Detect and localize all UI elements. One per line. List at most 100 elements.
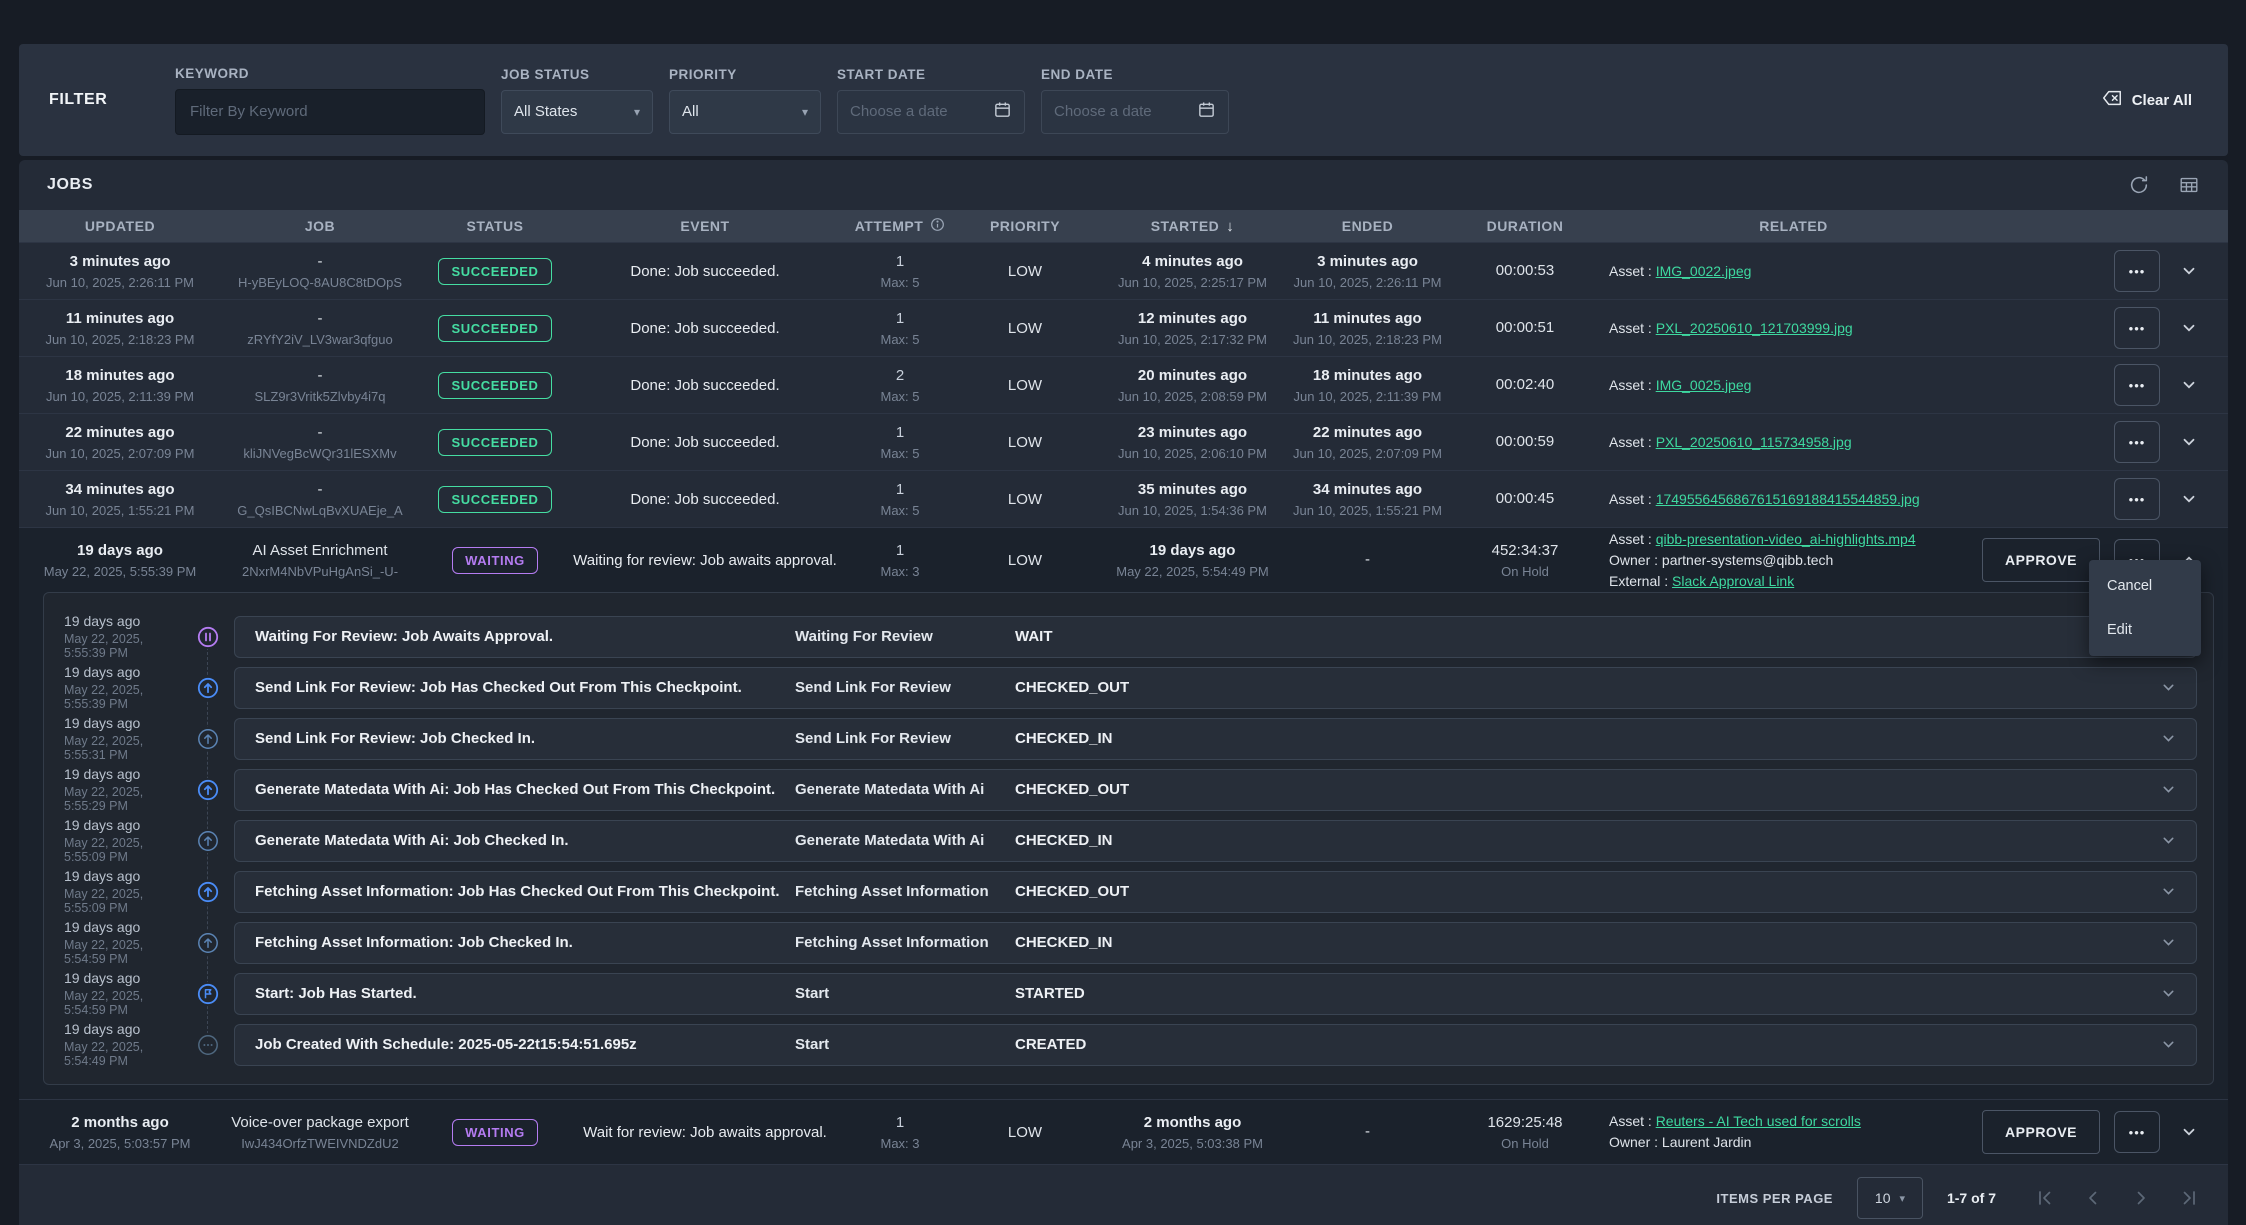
expand-row-button[interactable] bbox=[2174, 1124, 2204, 1140]
related-asset-link[interactable]: IMG_0025.jpeg bbox=[1656, 377, 1752, 393]
attempt-count: 1 bbox=[855, 310, 945, 328]
timeline-event-card[interactable]: Send Link For Review: Job Checked In. Se… bbox=[234, 718, 2197, 760]
first-page-button[interactable] bbox=[2034, 1187, 2056, 1209]
end-date-field: END DATE Choose a date bbox=[1041, 67, 1229, 134]
checkout-circle-icon bbox=[196, 880, 220, 904]
keyword-input[interactable] bbox=[175, 89, 485, 135]
job-name: - bbox=[205, 367, 435, 385]
row-menu-button[interactable]: ••• bbox=[2114, 1111, 2160, 1153]
event-time-relative: 19 days ago bbox=[64, 613, 182, 629]
duration-value: 00:00:59 bbox=[1455, 433, 1595, 451]
related-owner-label: Owner : bbox=[1609, 552, 1658, 568]
ended-absolute: Jun 10, 2025, 2:18:23 PM bbox=[1280, 332, 1455, 347]
chevron-down-icon[interactable] bbox=[2161, 833, 2176, 848]
event-status: STARTED bbox=[1015, 985, 2161, 1002]
status-badge: SUCCEEDED bbox=[438, 486, 551, 513]
timeline-event-card[interactable]: Fetching Asset Information: Job Has Chec… bbox=[234, 871, 2197, 913]
timeline-entry: 19 days agoMay 22, 2025, 5:55:09 PM Fetc… bbox=[44, 866, 2213, 917]
column-header-started[interactable]: STARTED ↓ bbox=[1105, 218, 1280, 235]
ended-relative: 34 minutes ago bbox=[1280, 481, 1455, 499]
event-description: Generate Matedata With Ai: Job Has Check… bbox=[255, 781, 795, 798]
chevron-down-icon[interactable] bbox=[2161, 884, 2176, 899]
updated-absolute: Jun 10, 2025, 2:18:23 PM bbox=[35, 332, 205, 347]
event-time-absolute: May 22, 2025, 5:55:29 PM bbox=[64, 785, 182, 813]
keyword-label: KEYWORD bbox=[175, 66, 485, 81]
expand-row-button[interactable] bbox=[2174, 263, 2204, 279]
updated-relative: 19 days ago bbox=[35, 542, 205, 560]
info-icon[interactable] bbox=[930, 217, 945, 235]
expand-row-button[interactable] bbox=[2174, 320, 2204, 336]
expand-row-button[interactable] bbox=[2174, 491, 2204, 507]
chevron-down-icon: ▾ bbox=[802, 105, 808, 119]
timeline-event-card[interactable]: Generate Matedata With Ai: Job Checked I… bbox=[234, 820, 2197, 862]
row-menu-button[interactable]: ••• bbox=[2114, 364, 2160, 406]
related-external-link[interactable]: Slack Approval Link bbox=[1672, 573, 1794, 589]
event-checkpoint: Fetching Asset Information bbox=[795, 934, 1015, 951]
status-badge: SUCCEEDED bbox=[438, 258, 551, 285]
approve-button[interactable]: APPROVE bbox=[1982, 1110, 2100, 1154]
checkin-circle-icon bbox=[196, 829, 220, 853]
last-page-button[interactable] bbox=[2178, 1187, 2200, 1209]
started-relative: 2 months ago bbox=[1105, 1114, 1280, 1132]
refresh-button[interactable] bbox=[2128, 174, 2150, 196]
ended-absolute: Jun 10, 2025, 2:07:09 PM bbox=[1280, 446, 1455, 461]
event-time-absolute: May 22, 2025, 5:55:39 PM bbox=[64, 632, 182, 660]
row-context-menu: Cancel Edit bbox=[2089, 560, 2201, 656]
chevron-down-icon[interactable] bbox=[2161, 935, 2176, 950]
started-relative: 20 minutes ago bbox=[1105, 367, 1280, 385]
priority-select[interactable]: All ▾ bbox=[669, 90, 821, 134]
chevron-down-icon[interactable] bbox=[2161, 782, 2176, 797]
row-menu-button[interactable]: ••• bbox=[2114, 421, 2160, 463]
timeline-event-card[interactable]: Generate Matedata With Ai: Job Has Check… bbox=[234, 769, 2197, 811]
timeline-event-card[interactable]: Job Created With Schedule: 2025-05-22t15… bbox=[234, 1024, 2197, 1066]
expand-row-button[interactable] bbox=[2174, 377, 2204, 393]
updated-relative: 34 minutes ago bbox=[35, 481, 205, 499]
next-page-button[interactable] bbox=[2130, 1187, 2152, 1209]
priority-label: PRIORITY bbox=[669, 67, 821, 82]
started-absolute: Jun 10, 2025, 2:17:32 PM bbox=[1105, 332, 1280, 347]
timeline-event-card[interactable]: Send Link For Review: Job Has Checked Ou… bbox=[234, 667, 2197, 709]
page-size-select[interactable]: 10 ▾ bbox=[1857, 1177, 1923, 1219]
start-date-input[interactable]: Choose a date bbox=[837, 90, 1025, 134]
related-asset-link[interactable]: 1749556456867615169188415544859.jpg bbox=[1656, 491, 1920, 507]
related-asset-label: Asset : bbox=[1609, 1113, 1652, 1129]
job-name: - bbox=[205, 310, 435, 328]
job-status-select[interactable]: All States ▾ bbox=[501, 90, 653, 134]
chevron-down-icon[interactable] bbox=[2161, 680, 2176, 695]
timeline-event-card[interactable]: Waiting For Review: Job Awaits Approval.… bbox=[234, 616, 2197, 658]
expand-row-button[interactable] bbox=[2174, 434, 2204, 450]
previous-page-button[interactable] bbox=[2082, 1187, 2104, 1209]
event-checkpoint: Send Link For Review bbox=[795, 679, 1015, 696]
started-absolute: Apr 3, 2025, 5:03:38 PM bbox=[1105, 1136, 1280, 1151]
related-asset-link[interactable]: IMG_0022.jpeg bbox=[1656, 263, 1752, 279]
row-menu-button[interactable]: ••• bbox=[2114, 478, 2160, 520]
jobs-console-screen: FILTER KEYWORD JOB STATUS All States ▾ P… bbox=[0, 0, 2246, 1225]
pagination-bar: ITEMS PER PAGE 10 ▾ 1-7 of 7 bbox=[19, 1164, 2228, 1225]
row-menu-button[interactable]: ••• bbox=[2114, 307, 2160, 349]
timeline-event-card[interactable]: Start: Job Has Started. Start STARTED bbox=[234, 973, 2197, 1015]
related-asset-link[interactable]: PXL_20250610_121703999.jpg bbox=[1656, 320, 1853, 336]
chevron-down-icon[interactable] bbox=[2161, 731, 2176, 746]
chevron-down-icon[interactable] bbox=[2161, 1037, 2176, 1052]
ended-relative: 3 minutes ago bbox=[1280, 253, 1455, 271]
column-settings-icon[interactable] bbox=[2178, 174, 2200, 196]
related-asset-link[interactable]: qibb-presentation-video_ai-highlights.mp… bbox=[1656, 531, 1916, 547]
related-asset-link[interactable]: Reuters - AI Tech used for scrolls bbox=[1656, 1113, 1861, 1129]
menu-item-cancel[interactable]: Cancel bbox=[2089, 564, 2201, 608]
timeline-event-card[interactable]: Fetching Asset Information: Job Checked … bbox=[234, 922, 2197, 964]
row-menu-button[interactable]: ••• bbox=[2114, 250, 2160, 292]
priority-value: All bbox=[682, 103, 699, 120]
job-status-field: JOB STATUS All States ▾ bbox=[501, 67, 653, 134]
job-name: - bbox=[205, 424, 435, 442]
chevron-down-icon[interactable] bbox=[2161, 986, 2176, 1001]
menu-item-edit[interactable]: Edit bbox=[2089, 608, 2201, 652]
job-id: kliJNVegBcWQr31lESXMv bbox=[205, 446, 435, 461]
column-header-duration: DURATION bbox=[1455, 218, 1595, 234]
end-date-input[interactable]: Choose a date bbox=[1041, 90, 1229, 134]
end-date-placeholder: Choose a date bbox=[1054, 103, 1152, 120]
related-asset-link[interactable]: PXL_20250610_115734958.jpg bbox=[1656, 434, 1852, 450]
clear-all-button[interactable]: Clear All bbox=[2095, 86, 2198, 114]
checkin-circle-icon bbox=[196, 727, 220, 751]
approve-button[interactable]: APPROVE bbox=[1982, 538, 2100, 582]
jobs-title: JOBS bbox=[47, 176, 93, 194]
